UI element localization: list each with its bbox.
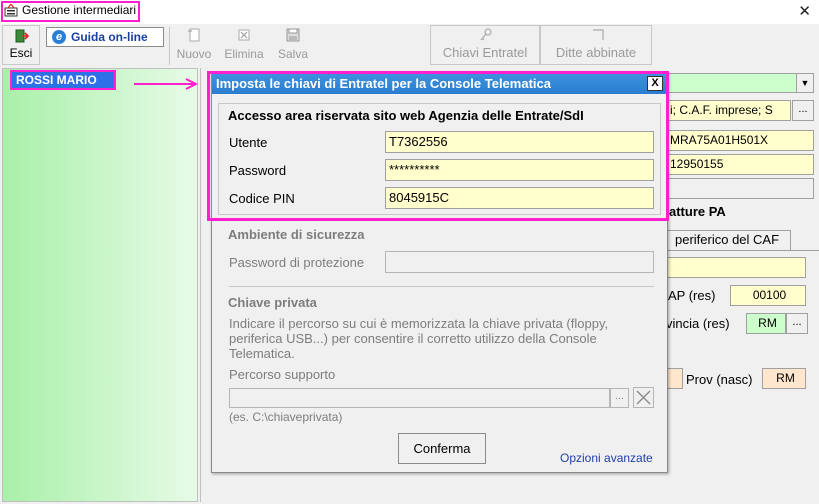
background-field-piva[interactable]: 12950155 <box>666 154 814 175</box>
dialog-title: Imposta le chiavi di Entratel per la Con… <box>212 73 667 94</box>
salva-button[interactable]: Salva <box>272 25 314 65</box>
elimina-button[interactable]: Elimina <box>220 25 268 65</box>
conferma-button[interactable]: Conferma <box>398 433 486 464</box>
guida-label: Guida on-line <box>71 30 148 44</box>
prov-nasc-label: Prov (nasc) <box>686 372 753 387</box>
tab-periferico-caf[interactable]: periferico del CAF <box>666 230 791 250</box>
elimina-label: Elimina <box>224 47 264 61</box>
background-combo[interactable]: ▼ <box>664 73 814 93</box>
utente-input[interactable]: T7362556 <box>385 131 654 153</box>
cap-res-label: AP (res) <box>668 288 716 303</box>
protection-password-input[interactable] <box>385 251 654 273</box>
path-input[interactable] <box>229 388 610 408</box>
clear-path-button[interactable] <box>633 387 654 408</box>
esci-label: Esci <box>9 46 33 60</box>
background-dots-button[interactable]: ... <box>792 100 814 121</box>
utente-label: Utente <box>229 135 268 150</box>
key-icon <box>480 28 492 41</box>
private-key-title: Chiave privata <box>228 295 317 310</box>
background-field-cf[interactable]: MRA75A01H501X <box>666 130 814 151</box>
exit-icon <box>15 29 29 43</box>
ditte-label: Ditte abbinate <box>555 45 637 60</box>
prov-res-label: vincia (res) <box>666 316 730 331</box>
password-label: Password <box>229 163 287 178</box>
private-key-description: Indicare il percorso su cui è memorizzat… <box>229 316 609 361</box>
chiavi-entratel-button[interactable]: Chiavi Entratel <box>430 25 540 65</box>
browser-icon: e <box>52 30 66 44</box>
chiavi-entratel-dialog: Imposta le chiavi di Entratel per la Con… <box>211 72 668 473</box>
toolbar: Esci e Guida on-line Nuovo Elimina Salva <box>0 24 819 68</box>
prov-nasc-field[interactable]: RM <box>762 368 806 389</box>
chiavi-label: Chiavi Entratel <box>442 45 528 60</box>
protection-password-label: Password di protezione <box>229 255 365 270</box>
access-group-title: Accesso area riservata sito web Agenzia … <box>228 108 584 123</box>
dialog-close-button[interactable]: X <box>647 76 663 91</box>
codice-pin-label: Codice PIN <box>229 191 295 206</box>
clear-icon <box>636 390 651 405</box>
opzioni-avanzate-link[interactable]: Opzioni avanzate <box>560 451 653 465</box>
nuovo-button[interactable]: Nuovo <box>172 25 216 65</box>
intermediari-list[interactable] <box>2 68 198 502</box>
background-section-title: atture PA <box>669 204 726 219</box>
path-example: (es. C:\chiaveprivata) <box>229 410 343 424</box>
guida-online-button[interactable]: e Guida on-line <box>46 27 164 47</box>
background-field-empty[interactable] <box>666 178 814 199</box>
toolbar-separator <box>169 27 170 65</box>
codice-pin-input[interactable]: 8045915C <box>385 187 654 209</box>
delete-icon <box>238 29 250 41</box>
section-divider <box>229 286 654 287</box>
list-item-selected[interactable]: ROSSI MARIO <box>10 70 116 90</box>
linked-companies-icon <box>593 29 604 40</box>
background-field-address[interactable] <box>666 257 806 278</box>
password-input[interactable]: ********** <box>385 159 654 181</box>
window-close-icon[interactable]: ✕ <box>798 2 811 20</box>
salva-label: Salva <box>277 47 309 61</box>
chevron-down-icon[interactable]: ▼ <box>796 74 813 92</box>
prov-res-field[interactable]: RM <box>746 313 786 334</box>
annotation-arrow <box>134 78 199 90</box>
browse-path-button[interactable]: ... <box>610 388 629 408</box>
background-field-type[interactable]: i; C.A.F. imprese; S <box>666 100 791 121</box>
esci-button[interactable]: Esci <box>2 25 40 65</box>
nuovo-label: Nuovo <box>176 47 212 61</box>
new-document-icon <box>188 28 200 42</box>
prov-res-dots-button[interactable]: ... <box>786 313 808 334</box>
title-highlight <box>1 1 140 22</box>
ditte-abbinate-button[interactable]: Ditte abbinate <box>540 25 652 65</box>
security-group-title: Ambiente di sicurezza <box>228 227 365 242</box>
path-label: Percorso supporto <box>229 367 336 382</box>
cap-res-field[interactable]: 00100 <box>730 285 806 306</box>
save-icon <box>286 28 300 42</box>
